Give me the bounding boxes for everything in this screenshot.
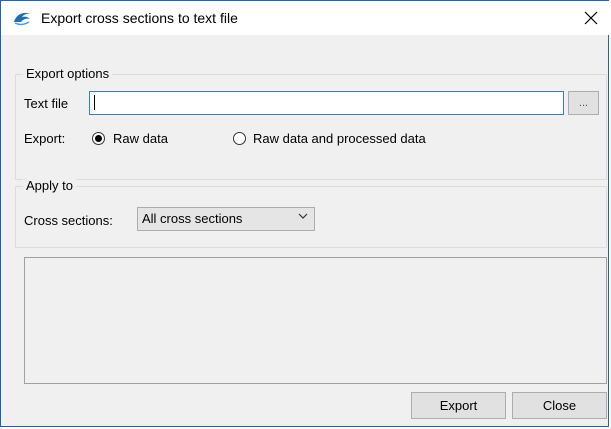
close-icon <box>584 11 598 25</box>
title-bar: Export cross sections to text file <box>1 1 610 35</box>
close-button[interactable]: Close <box>512 392 607 419</box>
export-options-legend: Export options <box>23 66 113 81</box>
raw-and-processed-radio[interactable] <box>233 132 246 145</box>
cross-sections-label: Cross sections: <box>24 213 113 228</box>
export-dialog: Export cross sections to text file Expor… <box>0 0 610 427</box>
browse-button[interactable]: ... <box>568 91 599 115</box>
output-panel <box>24 257 607 384</box>
text-cursor <box>94 95 95 110</box>
raw-data-label[interactable]: Raw data <box>113 131 168 146</box>
chevron-down-icon <box>298 213 308 219</box>
text-file-label: Text file <box>24 96 69 111</box>
raw-data-radio[interactable] <box>92 132 105 145</box>
cross-sections-dropdown[interactable]: All cross sections <box>137 207 315 231</box>
close-window-button[interactable] <box>576 3 606 33</box>
window-title: Export cross sections to text file <box>41 10 238 26</box>
raw-and-processed-label[interactable]: Raw data and processed data <box>253 131 426 146</box>
export-options-group: Export options <box>15 66 607 180</box>
export-button[interactable]: Export <box>411 392 506 419</box>
apply-to-legend: Apply to <box>23 178 76 193</box>
cross-sections-value: All cross sections <box>142 211 243 226</box>
dolphin-app-icon <box>14 12 31 26</box>
export-label: Export: <box>24 131 66 146</box>
text-file-input[interactable] <box>89 91 564 115</box>
